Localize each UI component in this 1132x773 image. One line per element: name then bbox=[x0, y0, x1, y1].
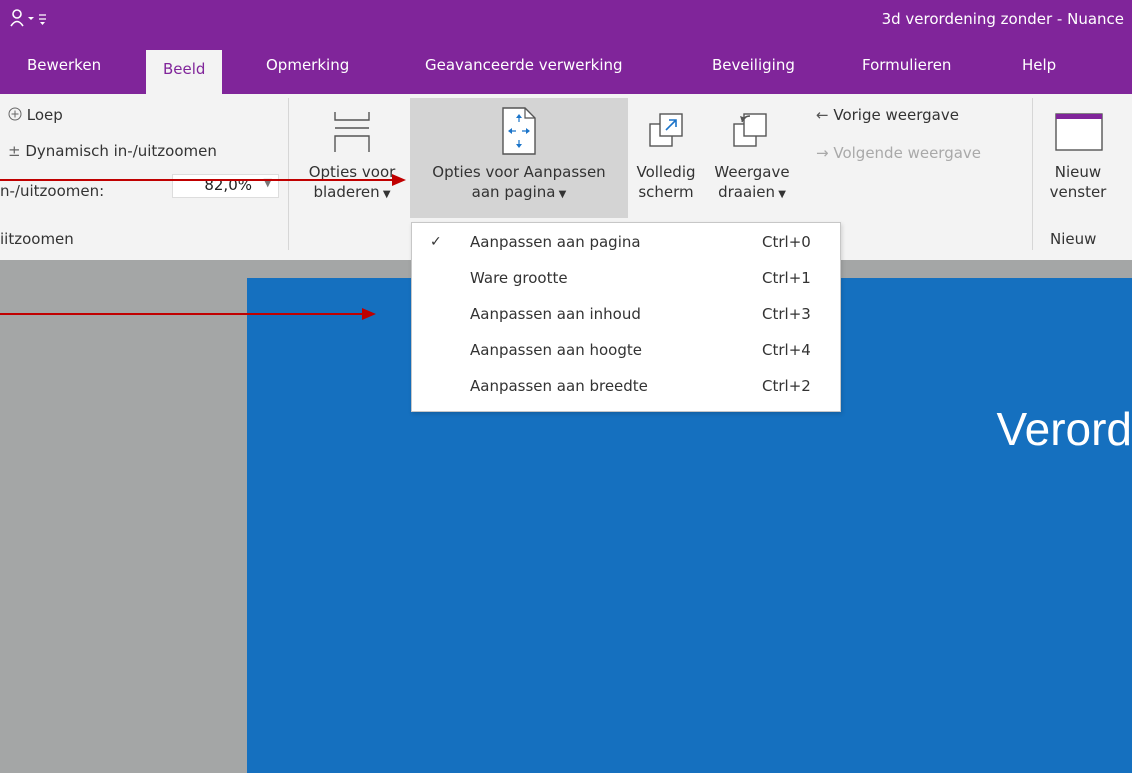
next-view-label: Volgende weergave bbox=[833, 144, 982, 162]
rotate-view-label-1: Weergave bbox=[714, 163, 790, 181]
arrow-left-icon: ← bbox=[816, 106, 829, 124]
dynamic-zoom-label: Dynamisch in-/uitzoomen bbox=[25, 142, 217, 160]
browse-options-button[interactable]: Opties voor bladeren ▼ bbox=[300, 98, 404, 218]
group-separator bbox=[1032, 98, 1033, 250]
rotate-view-button[interactable]: Weergave draaien ▼ bbox=[704, 98, 800, 218]
checkmark-icon: ✓ bbox=[430, 234, 442, 250]
fit-options-label-2: aan pagina ▼ bbox=[471, 183, 567, 201]
dynamic-zoom-button[interactable]: ± Dynamisch in-/uitzoomen bbox=[8, 142, 217, 160]
fit-page-icon bbox=[502, 107, 536, 155]
menu-item-shortcut: Ctrl+0 bbox=[762, 233, 811, 251]
chevron-down-icon: ▼ bbox=[775, 189, 786, 200]
menu-item-shortcut: Ctrl+1 bbox=[762, 269, 811, 287]
chevron-down-icon: ▼ bbox=[555, 189, 567, 200]
plus-circle-icon bbox=[8, 107, 22, 121]
menu-item-shortcut: Ctrl+2 bbox=[762, 377, 811, 395]
menu-item-label: Aanpassen aan pagina bbox=[470, 233, 641, 251]
menu-item-label: Ware grootte bbox=[470, 269, 568, 287]
fit-options-menu: ✓ Aanpassen aan pagina Ctrl+0 Ware groot… bbox=[411, 222, 841, 412]
rotate-view-icon bbox=[733, 113, 767, 147]
loep-label: Loep bbox=[26, 106, 63, 124]
next-view-button[interactable]: → Volgende weergave bbox=[816, 144, 981, 162]
menu-item-label: Aanpassen aan breedte bbox=[470, 377, 648, 395]
title-bar: 3d verordening zonder - Nuance bbox=[0, 0, 1132, 46]
menu-item-fit-width[interactable]: Aanpassen aan breedte Ctrl+2 bbox=[412, 371, 840, 403]
quick-access-toolbar[interactable] bbox=[8, 8, 50, 34]
menu-item-shortcut: Ctrl+4 bbox=[762, 341, 811, 359]
fit-options-label-1: Opties voor Aanpassen bbox=[432, 163, 606, 181]
annotation-arrow-icon bbox=[0, 174, 406, 186]
menu-item-fit-height[interactable]: Aanpassen aan hoogte Ctrl+4 bbox=[412, 335, 840, 367]
quick-access-icon bbox=[10, 9, 46, 27]
menu-item-label: Aanpassen aan inhoud bbox=[470, 305, 641, 323]
new-group-label: Nieuw bbox=[1050, 230, 1097, 248]
menu-item-actual-size[interactable]: Ware grootte Ctrl+1 bbox=[412, 263, 840, 295]
plus-minus-icon: ± bbox=[8, 142, 21, 160]
menu-item-shortcut: Ctrl+3 bbox=[762, 305, 811, 323]
zoom-group-label: iitzoomen bbox=[0, 230, 74, 248]
ribbon-tabs: Bewerken Beeld Opmerking Geavanceerde ve… bbox=[0, 46, 1132, 94]
fullscreen-button[interactable]: Volledig scherm bbox=[628, 98, 704, 218]
new-window-button[interactable]: Nieuw venster bbox=[1040, 98, 1116, 218]
new-window-icon bbox=[1055, 113, 1103, 151]
fullscreen-label-1: Volledig bbox=[636, 163, 696, 181]
menu-item-label: Aanpassen aan hoogte bbox=[470, 341, 642, 359]
tab-formulieren[interactable]: Formulieren bbox=[862, 56, 951, 74]
tab-opmerking[interactable]: Opmerking bbox=[266, 56, 349, 74]
previous-view-label: Vorige weergave bbox=[833, 106, 959, 124]
menu-item-fit-page[interactable]: ✓ Aanpassen aan pagina Ctrl+0 bbox=[412, 227, 840, 259]
fit-options-button[interactable]: Opties voor Aanpassen aan pagina ▼ bbox=[410, 98, 628, 218]
document-heading: Verord bbox=[996, 403, 1132, 455]
fullscreen-label-2: scherm bbox=[638, 183, 694, 201]
loep-button[interactable]: Loep bbox=[8, 106, 63, 124]
annotation-arrow-icon bbox=[0, 308, 376, 320]
fullscreen-icon bbox=[649, 113, 683, 147]
workspace-background bbox=[0, 260, 247, 773]
tab-beeld[interactable]: Beeld bbox=[146, 50, 223, 94]
browse-pages-icon bbox=[334, 112, 370, 152]
new-window-label-2: venster bbox=[1049, 183, 1107, 201]
tab-bewerken[interactable]: Bewerken bbox=[27, 56, 101, 74]
tab-beveiliging[interactable]: Beveiliging bbox=[712, 56, 795, 74]
new-window-label-1: Nieuw bbox=[1054, 163, 1102, 181]
rotate-view-label-2: draaien ▼ bbox=[718, 183, 786, 201]
arrow-right-icon: → bbox=[816, 144, 829, 162]
tab-help[interactable]: Help bbox=[1022, 56, 1056, 74]
previous-view-button[interactable]: ← Vorige weergave bbox=[816, 106, 959, 124]
tab-geavanceerde-verwerking[interactable]: Geavanceerde verwerking bbox=[425, 56, 623, 74]
window-title: 3d verordening zonder - Nuance bbox=[881, 10, 1124, 28]
menu-item-fit-content[interactable]: Aanpassen aan inhoud Ctrl+3 bbox=[412, 299, 840, 331]
chevron-down-icon: ▼ bbox=[379, 189, 391, 200]
